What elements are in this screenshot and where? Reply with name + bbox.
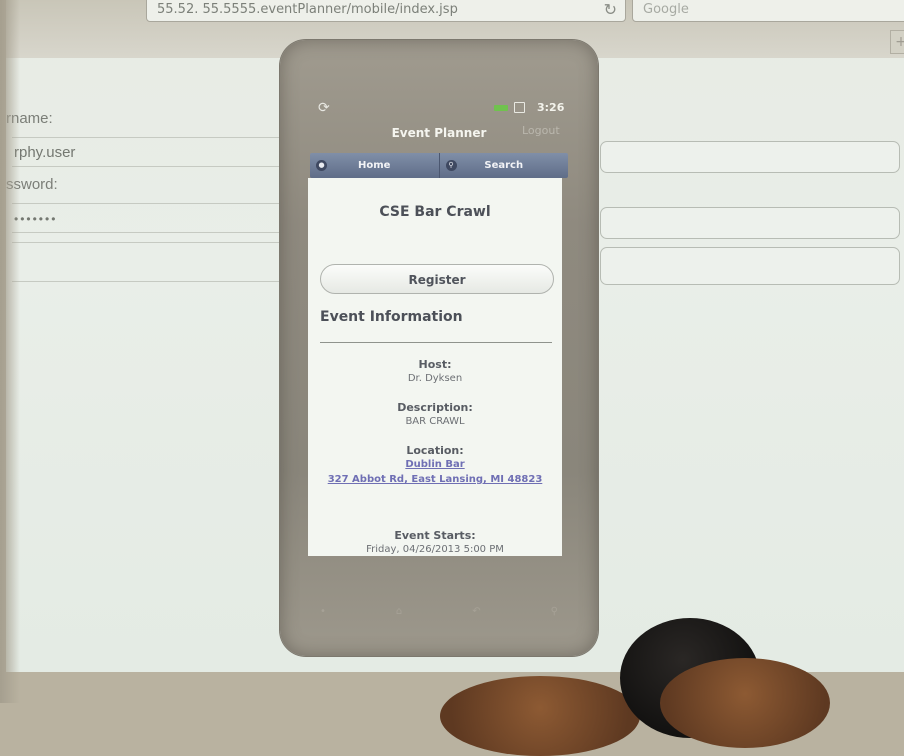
location-label: Location:: [406, 444, 464, 457]
left-edge-shadow: [0, 0, 20, 703]
tab-search[interactable]: ⚲ Search: [438, 153, 569, 178]
url-bar[interactable]: 55.52. 55.5555.eventPlanner/mobile/index…: [146, 0, 626, 22]
new-tab-button[interactable]: +: [890, 30, 904, 54]
audience-heads: [440, 618, 904, 756]
host-label: Host:: [418, 358, 452, 371]
search-icon: ⚲: [445, 160, 457, 171]
event-title: CSE Bar Crawl: [379, 204, 491, 220]
audience-head-left: [440, 676, 640, 756]
event-starts-value: Friday, 04/26/2013 5:00 PM: [366, 544, 504, 555]
tab-home[interactable]: ● Home: [310, 153, 439, 178]
right-input-2[interactable]: [600, 207, 900, 239]
register-button[interactable]: Register: [320, 264, 554, 294]
home-icon: ●: [316, 160, 327, 171]
username-field[interactable]: rphy.user: [12, 137, 292, 167]
back-key-icon[interactable]: ↶: [472, 606, 480, 617]
battery-icon: [494, 105, 508, 111]
status-bar: ⟳ 3:26: [308, 100, 570, 120]
reload-icon[interactable]: ↻: [604, 0, 617, 21]
calendar-icon: [514, 102, 525, 113]
phone-hardware-buttons: • ⌂ ↶ ⚲: [320, 606, 558, 617]
logout-link[interactable]: Logout: [522, 124, 560, 137]
phone-emulator: ⟳ 3:26 Event Planner Logout ● Home ⚲ Sea…: [280, 40, 598, 656]
search-box[interactable]: Google: [632, 0, 904, 22]
tab-home-label: Home: [358, 160, 391, 171]
menu-key-icon[interactable]: •: [320, 606, 326, 617]
event-info-heading: Event Information: [320, 309, 463, 325]
description-label: Description:: [397, 401, 473, 414]
search-placeholder: Google: [643, 2, 689, 17]
event-content: CSE Bar Crawl Register Event Information…: [308, 178, 562, 556]
status-clock: 3:26: [537, 101, 565, 114]
divider: [320, 342, 552, 343]
search-key-icon[interactable]: ⚲: [551, 606, 558, 617]
tab-search-label: Search: [484, 160, 524, 171]
event-starts-label: Event Starts:: [394, 529, 476, 542]
right-input-3[interactable]: [600, 247, 900, 285]
sync-icon: ⟳: [318, 100, 330, 116]
url-text: 55.52. 55.5555.eventPlanner/mobile/index…: [157, 2, 458, 17]
audience-head-right: [660, 658, 830, 748]
nav-bar: ● Home ⚲ Search: [310, 153, 568, 178]
login-button-area[interactable]: [12, 242, 292, 282]
description-value: BAR CRAWL: [405, 416, 465, 427]
host-value: Dr. Dyksen: [407, 373, 463, 384]
home-key-icon[interactable]: ⌂: [396, 606, 402, 617]
password-field[interactable]: •••••••: [12, 203, 292, 233]
location-name-link[interactable]: Dublin Bar: [308, 459, 562, 470]
location-address-link[interactable]: 327 Abbot Rd, East Lansing, MI 48823: [308, 474, 562, 485]
right-input-1[interactable]: [600, 141, 900, 173]
